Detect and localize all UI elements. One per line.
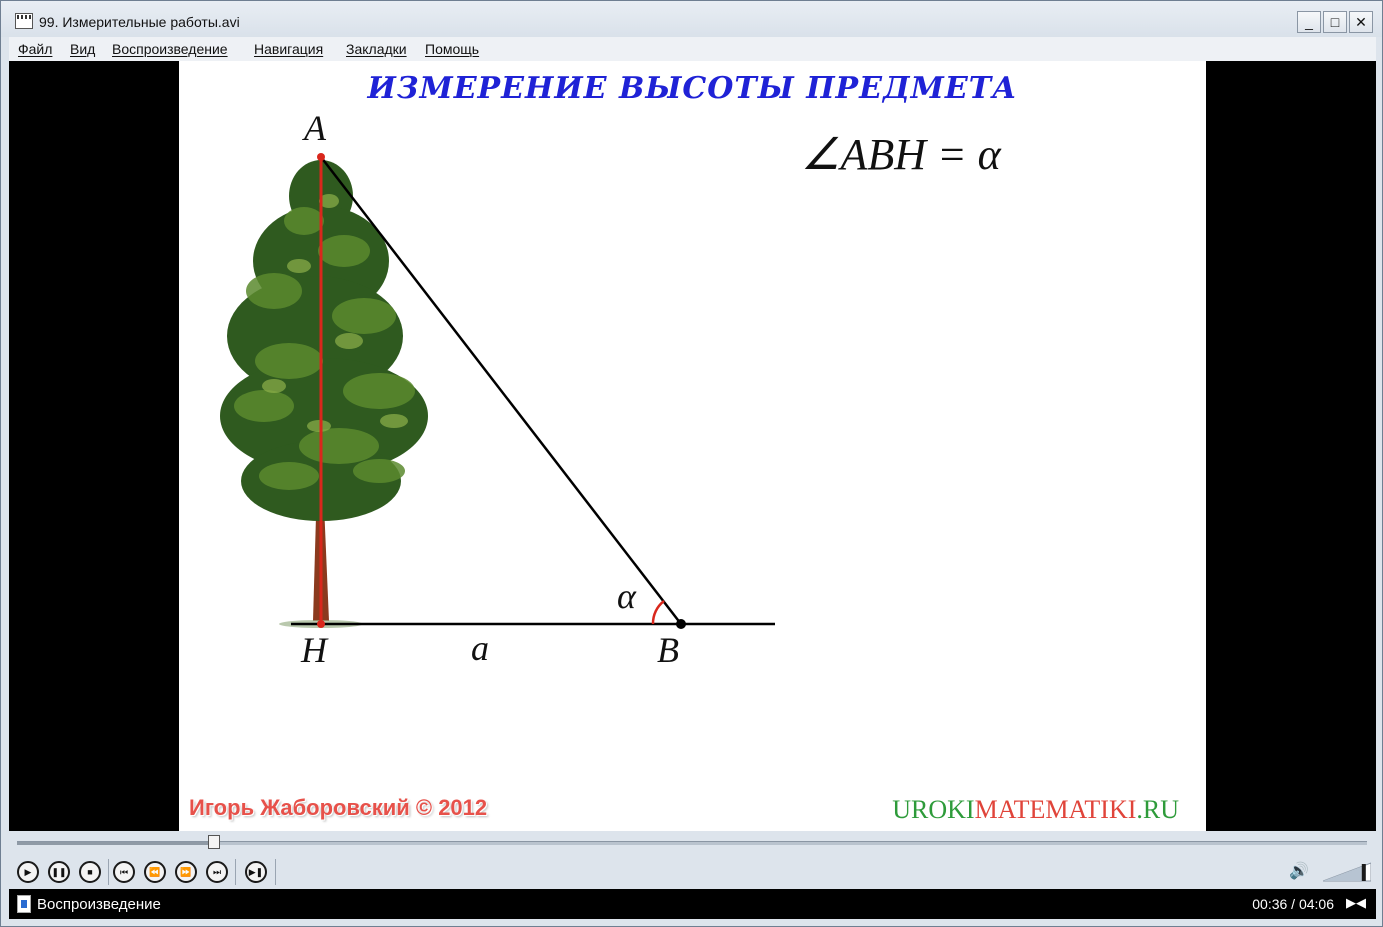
menu-help[interactable]: Помощь <box>425 41 479 57</box>
previous-icon: ⏮ <box>119 867 129 877</box>
tree-illustration <box>220 160 428 628</box>
pause-icon: ❚❚ <box>51 867 67 877</box>
rewind-icon: ⏪ <box>149 867 161 877</box>
seek-bar[interactable] <box>9 833 1376 855</box>
volume-slider[interactable] <box>1323 861 1371 883</box>
media-player-window: 99. Измерительные работы.avi _ □ ✕ Файл … <box>0 0 1383 927</box>
label-a: A <box>304 108 326 148</box>
label-alpha: α <box>617 576 636 616</box>
label-h: H <box>301 630 327 670</box>
maximize-button[interactable]: □ <box>1323 11 1347 33</box>
seek-track[interactable] <box>17 835 1367 849</box>
stop-button[interactable]: ■ <box>79 861 101 883</box>
point-h <box>317 620 325 628</box>
site-suffix: .RU <box>1136 795 1179 824</box>
play-button[interactable]: ▶ <box>17 861 39 883</box>
menu-navigation[interactable]: Навигация <box>254 41 323 57</box>
pause-button[interactable]: ❚❚ <box>48 861 70 883</box>
author-credit: Игорь Жаборовский © 2012 <box>189 795 488 820</box>
status-text: Воспроизведение <box>37 896 161 913</box>
frame-step-icon: ▶❚ <box>248 867 264 877</box>
seek-progress-fill <box>17 842 215 845</box>
clapperboard-icon <box>15 13 33 29</box>
fast-forward-button[interactable]: ⏩ <box>175 861 197 883</box>
control-bar: ▶ ❚❚ ■ ⏮ ⏪ ⏩ ⏭ ▶❚ 🔊 <box>9 855 1376 889</box>
menu-view[interactable]: Вид <box>70 41 95 57</box>
site-prefix: UROKI <box>892 795 975 824</box>
close-button[interactable]: ✕ <box>1349 11 1373 33</box>
document-icon <box>17 895 31 913</box>
point-a <box>317 153 325 161</box>
seek-thumb[interactable] <box>208 835 221 849</box>
menu-bar: Файл Вид Воспроизведение Навигация Закла… <box>9 37 1376 61</box>
site-watermark: UROKIMATEMATIKI.RU <box>892 795 1179 825</box>
minimize-button[interactable]: _ <box>1297 11 1321 33</box>
next-button[interactable]: ⏭ <box>206 861 228 883</box>
video-area[interactable]: ИЗМЕРЕНИЕ ВЫСОТЫ ПРЕДМЕТА A H B a α ∠ABH… <box>9 61 1376 831</box>
menu-file[interactable]: Файл <box>18 41 52 57</box>
aspect-ratio-icon[interactable]: ▶◀ <box>1346 895 1366 911</box>
site-middle: MATEMATIKI <box>974 795 1137 824</box>
geometry-figure <box>220 153 775 629</box>
divider <box>108 859 109 885</box>
divider <box>235 859 236 885</box>
volume-thumb[interactable] <box>1361 864 1366 881</box>
frame-step-button[interactable]: ▶❚ <box>245 861 267 883</box>
playback-time: 00:36 / 04:06 <box>1252 896 1334 912</box>
fast-forward-icon: ⏩ <box>180 867 192 877</box>
angle-formula: ∠ABH = α <box>801 130 1001 179</box>
window-title: 99. Измерительные работы.avi <box>39 14 240 30</box>
volume-icon[interactable]: 🔊 <box>1289 863 1309 881</box>
next-icon: ⏭ <box>212 867 222 877</box>
previous-button[interactable]: ⏮ <box>113 861 135 883</box>
status-bar: Воспроизведение 00:36 / 04:06 ▶◀ <box>9 889 1376 919</box>
label-b: B <box>657 630 679 670</box>
point-b <box>676 619 686 629</box>
title-bar[interactable]: 99. Измерительные работы.avi _ □ ✕ <box>1 1 1382 37</box>
slide-frame: ИЗМЕРЕНИЕ ВЫСОТЫ ПРЕДМЕТА A H B a α ∠ABH… <box>179 61 1206 831</box>
play-icon: ▶ <box>24 867 32 877</box>
label-segment-a: a <box>471 628 489 668</box>
menu-playback[interactable]: Воспроизведение <box>112 41 228 57</box>
stop-icon: ■ <box>87 867 93 877</box>
rewind-button[interactable]: ⏪ <box>144 861 166 883</box>
menu-bookmarks[interactable]: Закладки <box>346 41 407 57</box>
divider <box>275 859 276 885</box>
angle-alpha-arc <box>651 600 665 625</box>
